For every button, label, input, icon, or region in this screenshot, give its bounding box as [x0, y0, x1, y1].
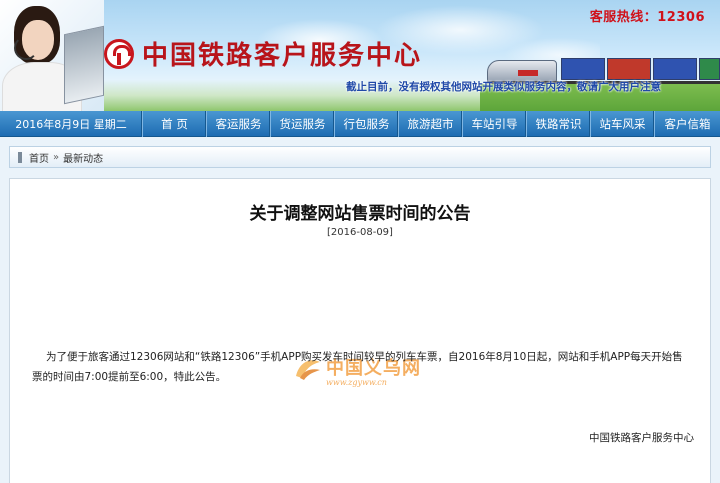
header-banner: 中国铁路客户服务中心 客服热线：12306 截止目前，没有授权其他网站开展类似服…	[0, 0, 720, 111]
nav-item-luggage[interactable]: 行包服务	[334, 110, 398, 137]
article-signature: 中国铁路客户服务中心	[589, 432, 694, 444]
article-title: 关于调整网站售票时间的公告	[249, 204, 471, 224]
banner-notice: 截止目前，没有授权其他网站开展类似服务内容，敬请广大用户注意	[346, 81, 661, 93]
nav-item-home[interactable]: 首 页	[142, 110, 206, 137]
nav-item-travel[interactable]: 旅游超市	[398, 110, 462, 137]
article-panel: 关于调整网站售票时间的公告 [2016-08-09] 中国义乌网 www.zgy…	[9, 178, 711, 483]
nav-date: 2016年8月9日 星期二	[15, 117, 127, 131]
nav-item-mailbox[interactable]: 客户信箱	[654, 110, 720, 137]
nav-item-railway-knowledge[interactable]: 铁路常识	[526, 110, 590, 137]
headset-icon	[14, 36, 38, 60]
breadcrumb-current[interactable]: 最新动态	[63, 150, 103, 165]
site-logo[interactable]: 中国铁路客户服务中心	[104, 35, 422, 72]
nav-item-freight[interactable]: 货运服务	[270, 110, 334, 137]
breadcrumb-separator: »	[53, 151, 60, 163]
site-title: 中国铁路客户服务中心	[142, 41, 423, 71]
hotline-text: 客服热线：12306	[589, 10, 705, 25]
nav-item-station-gallery[interactable]: 站车风采	[590, 110, 654, 137]
breadcrumb: 首页 » 最新动态	[9, 146, 711, 168]
customer-service-agent-image	[0, 0, 104, 111]
nav-item-station-guide[interactable]: 车站引导	[462, 110, 526, 137]
article-date: [2016-08-09]	[327, 227, 393, 238]
monitor-icon	[64, 25, 104, 105]
railway-logo-icon	[104, 38, 134, 69]
article-body: 为了便于旅客通过12306网站和“铁路12306”手机APP购买发车时间较早的列…	[32, 351, 683, 383]
breadcrumb-home-link[interactable]: 首页	[29, 150, 49, 165]
nav-item-passenger[interactable]: 客运服务	[206, 110, 270, 137]
main-nav: 2016年8月9日 星期二 首 页 客运服务 货运服务 行包服务 旅游超市 车站…	[0, 110, 720, 137]
home-marker-icon	[18, 151, 22, 163]
